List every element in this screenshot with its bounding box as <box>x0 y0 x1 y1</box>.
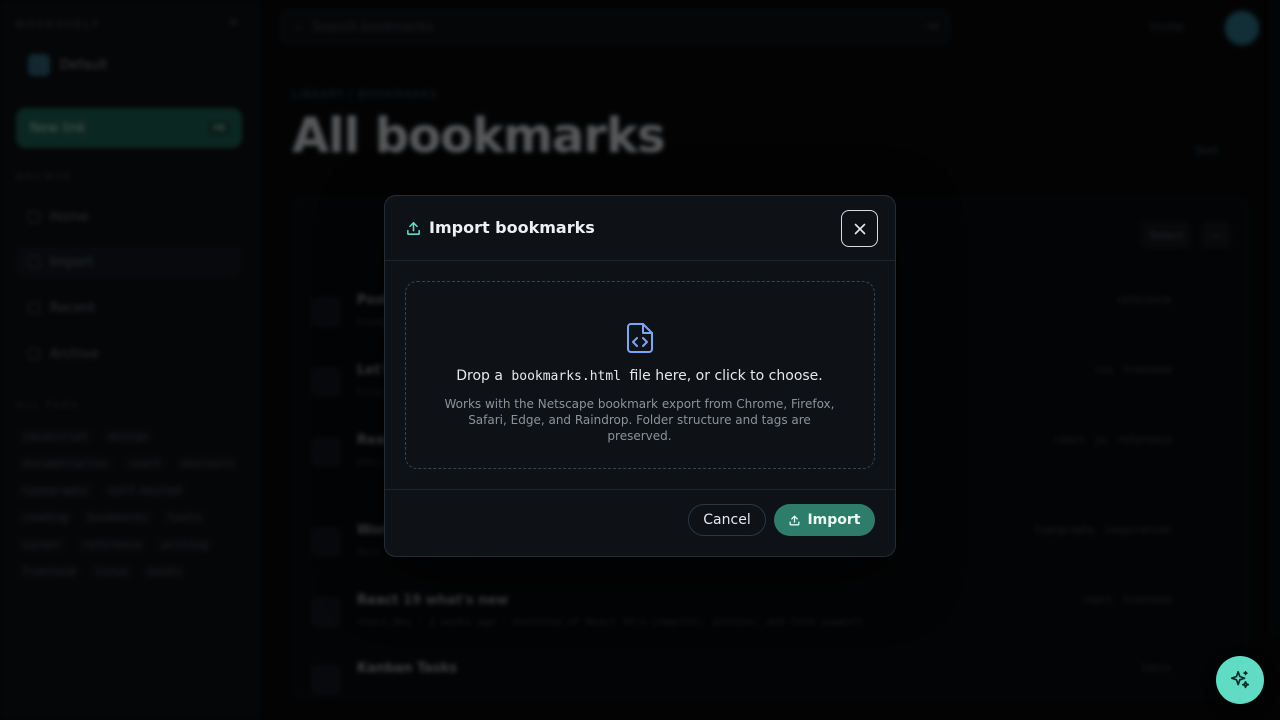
dropzone-prefix: Drop a <box>456 368 503 384</box>
sparkles-icon <box>1230 670 1250 689</box>
file-dropzone[interactable]: Drop a bookmarks.html file here, or clic… <box>405 281 875 469</box>
assistant-button[interactable] <box>1216 656 1264 704</box>
import-button-label: Import <box>807 512 861 528</box>
upload-icon <box>407 222 420 235</box>
dialog-footer: Cancel Import <box>385 489 895 556</box>
dropzone-filename: bookmarks.html <box>511 369 621 384</box>
cancel-button[interactable]: Cancel <box>688 504 766 536</box>
import-button[interactable]: Import <box>774 504 875 536</box>
close-button[interactable] <box>841 210 878 247</box>
dropzone-instruction: Drop a bookmarks.html file here, or clic… <box>406 368 873 384</box>
close-icon <box>854 223 865 234</box>
dropzone-help-text: Works with the Netscape bookmark export … <box>444 397 835 443</box>
import-bookmarks-dialog: Import bookmarks Drop a bookmarks.html f… <box>384 195 896 557</box>
upload-icon <box>789 515 800 525</box>
file-code-icon <box>627 323 653 353</box>
dialog-header: Import bookmarks <box>385 196 895 261</box>
dialog-title: Import bookmarks <box>429 218 595 237</box>
dropzone-suffix: file here, or click to choose. <box>629 368 823 384</box>
